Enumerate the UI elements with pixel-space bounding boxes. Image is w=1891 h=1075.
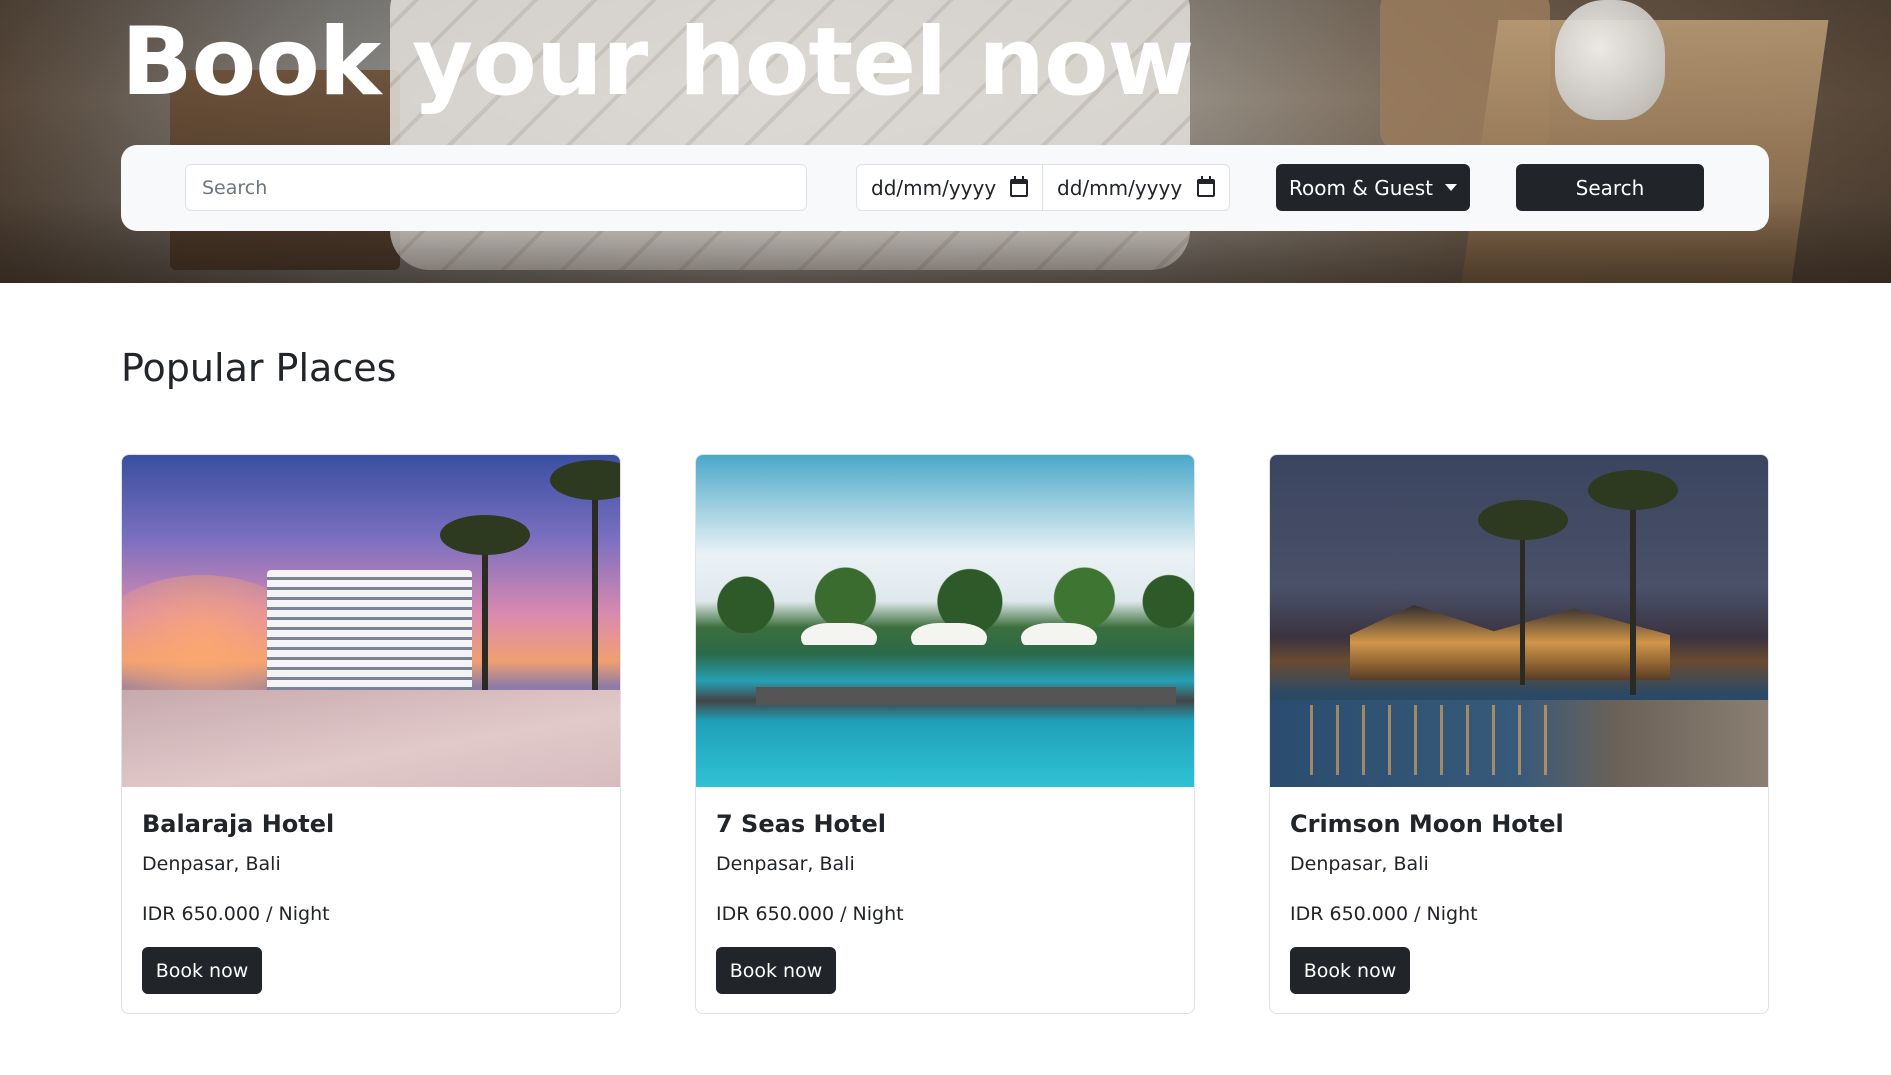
image-palm-trunk	[592, 475, 598, 705]
section-title: Popular Places	[121, 346, 397, 390]
calendar-icon[interactable]	[1197, 175, 1215, 197]
calendar-icon[interactable]	[1010, 175, 1028, 197]
hotel-price: IDR 650.000 / Night	[1290, 903, 1478, 925]
hotel-image	[696, 455, 1194, 787]
hotel-card: Crimson Moon Hotel Denpasar, Bali IDR 65…	[1269, 454, 1769, 1014]
image-palm-leaves	[1478, 500, 1568, 540]
hotel-location: Denpasar, Bali	[1290, 853, 1429, 875]
search-button[interactable]: Search	[1516, 164, 1704, 211]
caret-down-icon	[1445, 184, 1457, 191]
card-body: Balaraja Hotel Denpasar, Bali IDR 650.00…	[122, 787, 620, 1013]
date-range-group: dd/mm/yyyy dd/mm/yyyy	[856, 164, 1230, 211]
room-guest-label: Room & Guest	[1288, 175, 1433, 200]
checkin-date-value: dd/mm/yyyy	[871, 175, 997, 200]
image-palm-trunk	[482, 535, 488, 705]
search-button-label: Search	[1575, 175, 1645, 200]
search-input[interactable]	[185, 164, 807, 211]
hero-bg-vase	[1555, 0, 1665, 120]
book-now-button[interactable]: Book now	[1290, 947, 1410, 994]
image-resort	[1350, 605, 1670, 680]
hotel-image	[1270, 455, 1768, 787]
checkout-date-field[interactable]: dd/mm/yyyy	[1043, 164, 1230, 211]
image-palm-trunk	[1520, 515, 1525, 685]
room-guest-dropdown-button[interactable]: Room & Guest	[1276, 164, 1470, 211]
hotel-name: Crimson Moon Hotel	[1290, 810, 1564, 838]
image-umbrella	[801, 623, 877, 645]
hotel-name: Balaraja Hotel	[142, 810, 335, 838]
book-now-button[interactable]: Book now	[716, 947, 836, 994]
search-bar: dd/mm/yyyy dd/mm/yyyy Room & Guest Searc…	[121, 145, 1769, 231]
hotel-location: Denpasar, Bali	[142, 853, 281, 875]
hotel-price: IDR 650.000 / Night	[716, 903, 904, 925]
hotel-image	[122, 455, 620, 787]
image-umbrella	[911, 623, 987, 645]
image-building	[267, 570, 472, 695]
image-palm-trunk	[1630, 485, 1636, 695]
image-pool-deck	[756, 687, 1176, 705]
card-body: 7 Seas Hotel Denpasar, Bali IDR 650.000 …	[696, 787, 1194, 1013]
image-palm-leaves	[440, 515, 530, 555]
image-palm-leaves	[1588, 470, 1678, 510]
hero-title: Book your hotel now	[121, 8, 1194, 117]
image-beach	[122, 690, 620, 787]
hotel-name: 7 Seas Hotel	[716, 810, 887, 838]
book-now-button[interactable]: Book now	[142, 947, 262, 994]
card-body: Crimson Moon Hotel Denpasar, Bali IDR 65…	[1270, 787, 1768, 1013]
hero-banner: Book your hotel now dd/mm/yyyy dd/mm/yyy…	[0, 0, 1891, 283]
hotel-card: 7 Seas Hotel Denpasar, Bali IDR 650.000 …	[695, 454, 1195, 1014]
image-light-reflections	[1310, 705, 1570, 775]
checkout-date-value: dd/mm/yyyy	[1057, 175, 1183, 200]
checkin-date-field[interactable]: dd/mm/yyyy	[856, 164, 1043, 211]
hotel-location: Denpasar, Bali	[716, 853, 855, 875]
hotel-price: IDR 650.000 / Night	[142, 903, 330, 925]
image-palm-leaves	[550, 460, 620, 500]
image-umbrella	[1021, 623, 1097, 645]
hotel-card: Balaraja Hotel Denpasar, Bali IDR 650.00…	[121, 454, 621, 1014]
